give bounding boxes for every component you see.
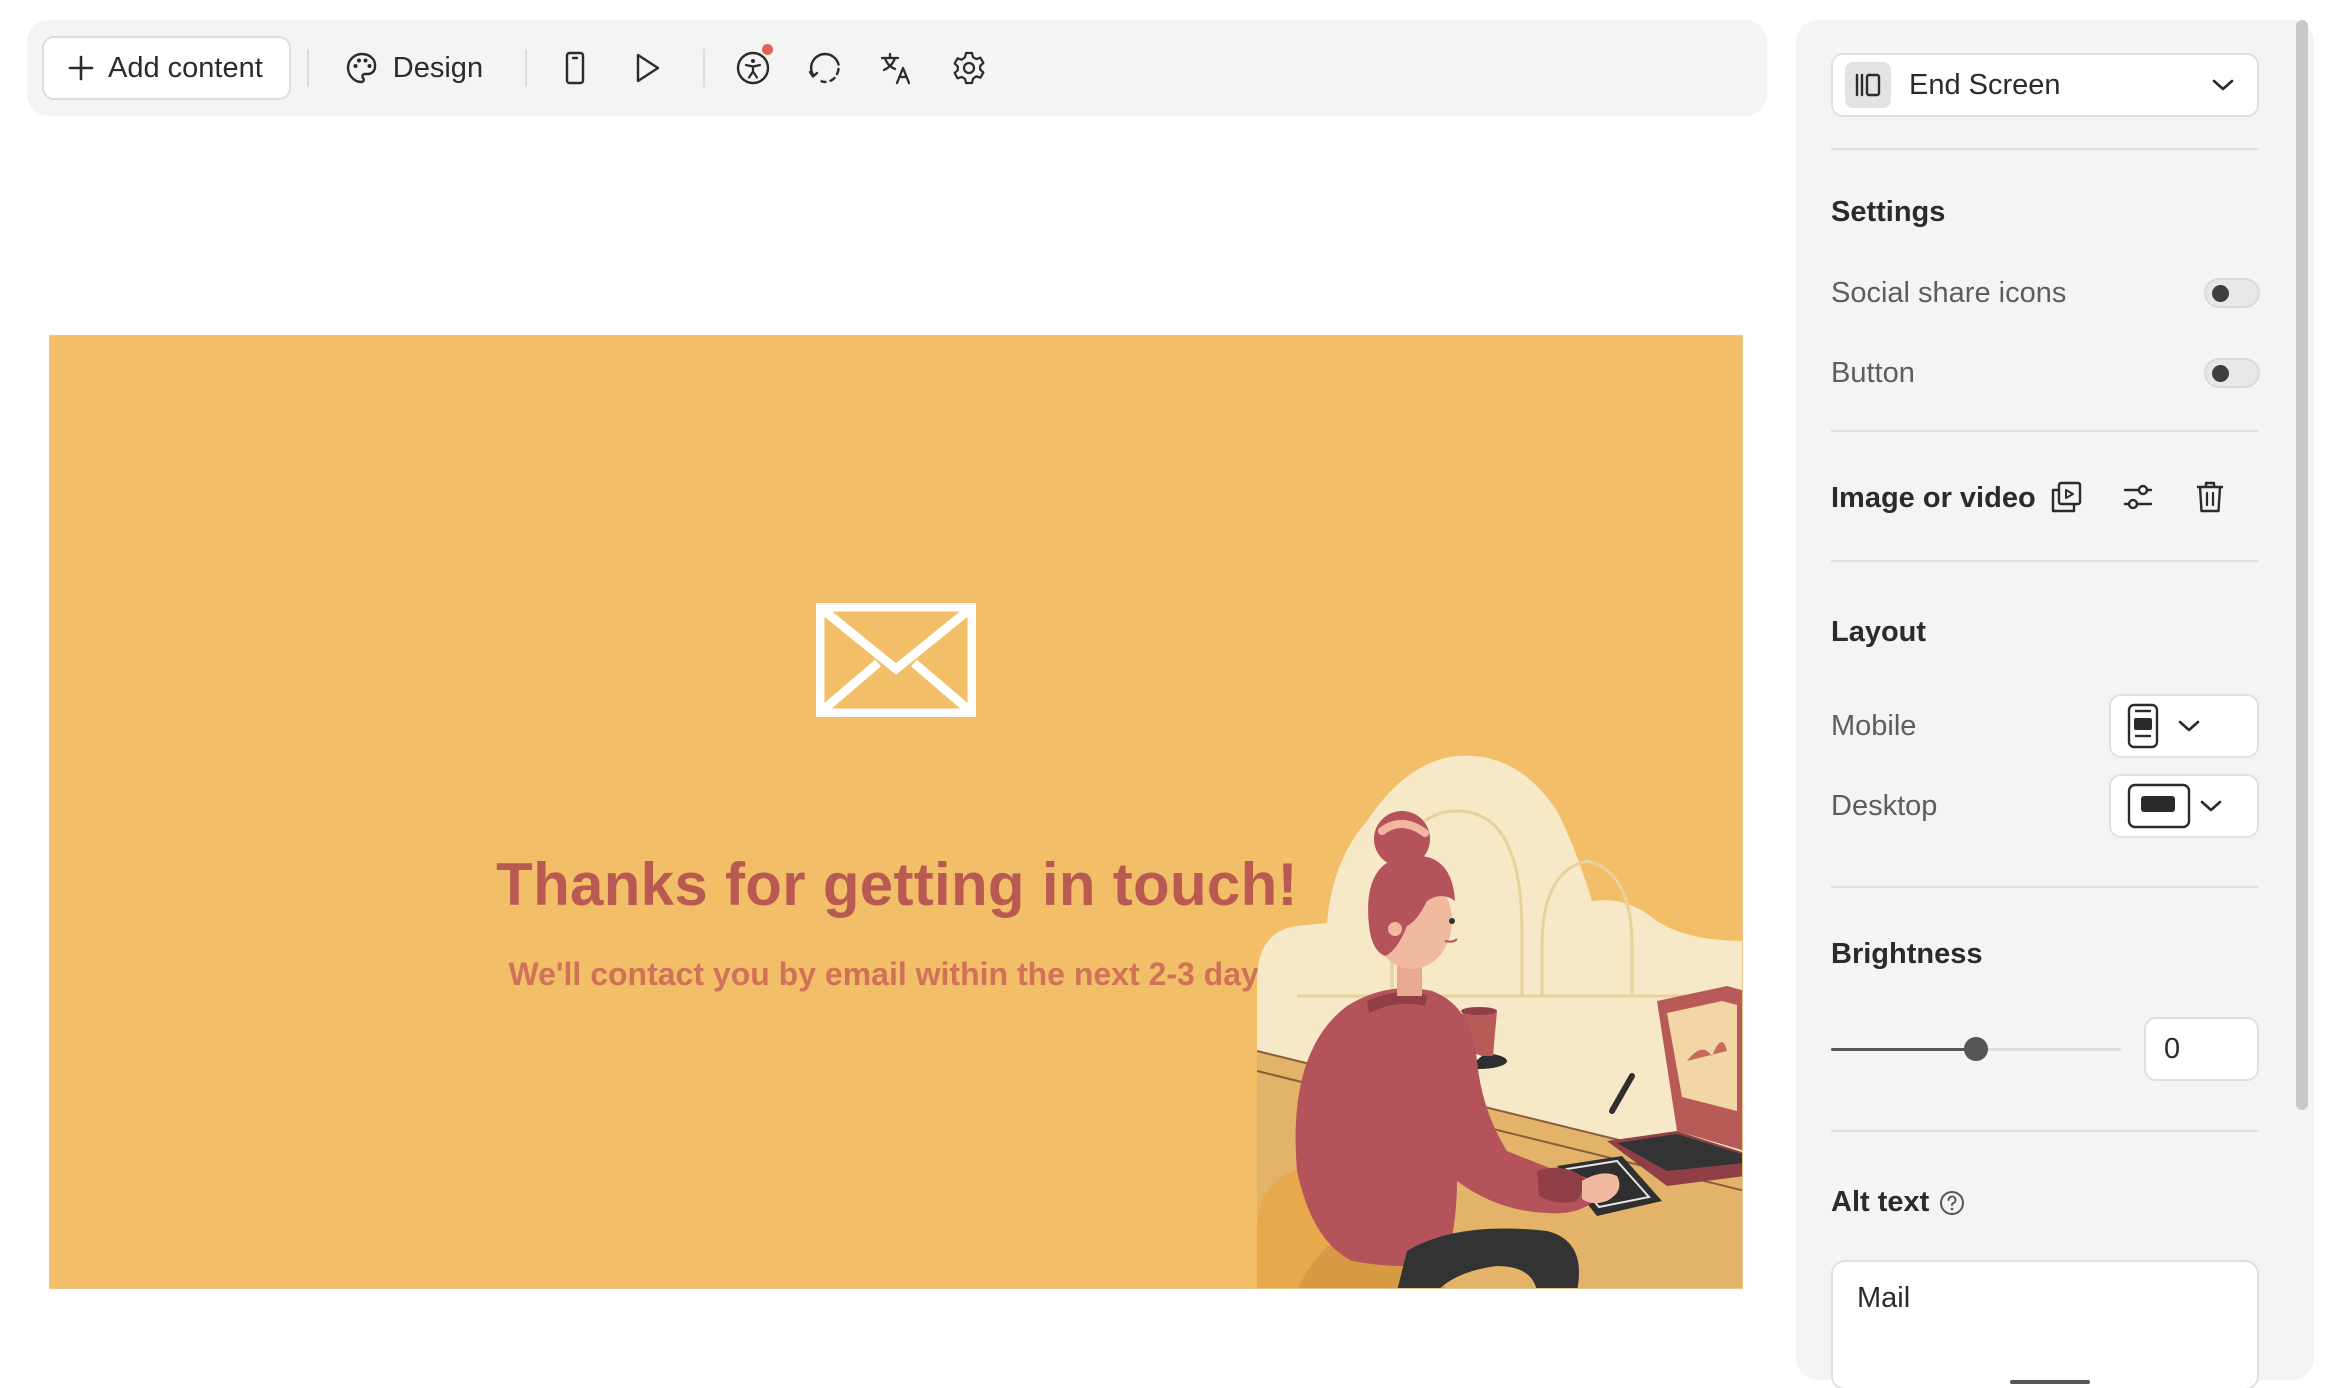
divider	[1831, 560, 2259, 562]
translate-button[interactable]	[865, 36, 929, 100]
chevron-down-icon	[2200, 800, 2222, 812]
desktop-layout-select[interactable]	[2109, 774, 2259, 838]
translate-icon	[880, 52, 911, 85]
divider	[1831, 430, 2259, 432]
button-label: Button	[1831, 357, 1915, 389]
divider	[1831, 1130, 2259, 1132]
mobile-preview-icon	[565, 51, 585, 85]
image-or-video-title: Image or video	[1831, 482, 2036, 514]
mobile-layout-select[interactable]	[2109, 694, 2259, 758]
brightness-slider-fill	[1831, 1048, 1976, 1051]
brightness-title: Brightness	[1831, 938, 1983, 970]
chevron-down-icon	[2178, 720, 2200, 732]
layout-title: Layout	[1831, 616, 1927, 648]
toolbar-divider	[525, 49, 528, 87]
design-label: Design	[392, 51, 484, 84]
panel-scrollbar[interactable]	[2296, 20, 2308, 1110]
brightness-value-input[interactable]	[2144, 1017, 2259, 1081]
loop-icon	[808, 52, 840, 84]
brightness-slider-thumb[interactable]	[1964, 1037, 1988, 1061]
divider	[1831, 148, 2259, 150]
properties-panel: End Screen Settings Social share icons B…	[1796, 20, 2314, 1388]
app: Add content Design Thanks for getting in…	[0, 0, 2330, 1388]
mobile-preview-button[interactable]	[543, 36, 607, 100]
plus-icon	[68, 55, 94, 81]
accessibility-icon	[736, 51, 770, 85]
loop-button[interactable]	[793, 36, 857, 100]
palette-icon	[346, 52, 377, 84]
mail-icon	[816, 603, 976, 717]
alt-text-input[interactable]: Mail	[1831, 1260, 2259, 1388]
button-toggle[interactable]	[2204, 358, 2260, 388]
settings-icon	[953, 51, 985, 85]
screen-type-label: End Screen	[1909, 68, 2061, 101]
top-toolbar: Add content Design	[27, 20, 1767, 116]
replace-media-icon	[2051, 481, 2082, 513]
alt-text-header: Alt text	[1831, 1186, 1965, 1219]
add-content-label: Add content	[108, 51, 263, 84]
add-content-button[interactable]: Add content	[42, 36, 291, 100]
home-indicator	[2010, 1380, 2090, 1384]
mobile-layout-icon	[2127, 703, 2159, 749]
toolbar-divider	[703, 49, 706, 87]
screen-type-select[interactable]: End Screen	[1831, 53, 2259, 117]
play-icon	[636, 53, 660, 83]
delete-media-button[interactable]	[2185, 472, 2235, 522]
replace-media-button[interactable]	[2041, 472, 2091, 522]
design-button[interactable]: Design	[325, 36, 509, 100]
trash-icon	[2197, 481, 2223, 513]
alt-text-title: Alt text	[1831, 1186, 1930, 1218]
desktop-layout-icon	[2127, 783, 2191, 829]
mobile-layout-label: Mobile	[1831, 710, 1917, 742]
chevron-down-icon	[2212, 79, 2234, 91]
settings-title: Settings	[1831, 196, 1946, 228]
desktop-layout-label: Desktop	[1831, 790, 1938, 822]
notification-dot	[762, 44, 774, 55]
divider	[1831, 886, 2259, 888]
end-screen-canvas[interactable]: Thanks for getting in touch! We'll conta…	[49, 335, 1743, 1289]
adjust-button[interactable]	[2113, 472, 2163, 522]
social-share-label: Social share icons	[1831, 277, 2067, 309]
adjust-icon	[2123, 484, 2153, 510]
woman-at-desk-illustration	[1257, 755, 1742, 1288]
settings-button[interactable]	[937, 36, 1001, 100]
play-button[interactable]	[615, 36, 679, 100]
end-screen-icon	[1845, 62, 1891, 108]
accessibility-button[interactable]	[721, 36, 785, 100]
social-share-toggle[interactable]	[2204, 278, 2260, 308]
help-icon[interactable]	[1939, 1190, 1965, 1216]
toolbar-divider	[306, 49, 309, 87]
